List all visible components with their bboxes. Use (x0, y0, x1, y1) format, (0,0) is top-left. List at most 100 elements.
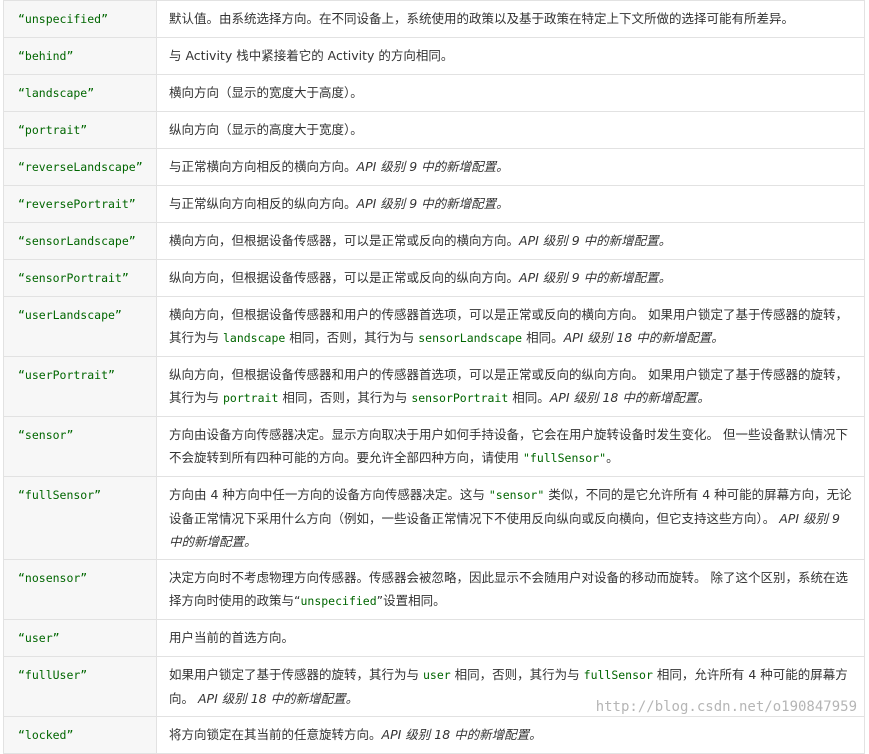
api-level-note: API 级别 9 中的新增配置。 (356, 159, 509, 174)
description-text: 将方向锁定在其当前的任意旋转方向。 (169, 727, 382, 742)
description-cell: 与正常横向方向相反的横向方向。API 级别 9 中的新增配置。 (156, 148, 865, 186)
table-row: “nosensor” 决定方向时不考虑物理方向传感器。传感器会被忽略，因此显示不会… (3, 559, 865, 620)
table-row: “sensorLandscape” 横向方向，但根据设备传感器，可以是正常或反向的… (3, 222, 865, 260)
attribute-value-cell: “reverseLandscape” (3, 148, 157, 186)
description-text: 用户当前的首选方向。 (169, 630, 295, 645)
inline-code: "sensor" (488, 488, 545, 502)
description-text: 默认值。由系统选择方向。在不同设备上，系统使用的政策以及基于政策在特定上下文所做… (169, 11, 795, 26)
description-text: ”设置相同。 (376, 593, 446, 608)
table-row: “fullUser” 如果用户锁定了基于传感器的旋转，其行为与 user 相同，否… (3, 656, 865, 717)
api-level-note: API 级别 18 中的新增配置。 (381, 727, 542, 742)
attribute-value: “userPortrait” (18, 368, 115, 382)
api-level-note: API 级别 9 中的新增配置。 (519, 233, 672, 248)
description-text: 横向方向（显示的宽度大于高度）。 (169, 85, 363, 100)
inline-code: unspecified (300, 594, 377, 608)
description-cell: 将方向锁定在其当前的任意旋转方向。API 级别 18 中的新增配置。 (156, 716, 865, 754)
description-text: 纵向方向，但根据设备传感器，可以是正常或反向的纵向方向。 (169, 270, 520, 285)
description-text: 相同。 (522, 330, 564, 345)
attribute-value: “sensorPortrait” (18, 271, 129, 285)
screen-orientation-table: “unspecified” 默认值。由系统选择方向。在不同设备上，系统使用的政策以… (3, 0, 865, 754)
description-cell: 与 Activity 栈中紧接着它的 Activity 的方向相同。 (156, 37, 865, 75)
attribute-value-cell: “unspecified” (3, 0, 157, 38)
table-row: “reversePortrait” 与正常纵向方向相反的纵向方向。API 级别 9… (3, 185, 865, 223)
attribute-value: “reversePortrait” (18, 197, 136, 211)
api-level-note: API 级别 18 中的新增配置。 (563, 330, 724, 345)
table-row: “userPortrait” 纵向方向，但根据设备传感器和用户的传感器首选项，可以… (3, 356, 865, 417)
table-row: “landscape” 横向方向（显示的宽度大于高度）。 (3, 74, 865, 112)
attribute-value: “locked” (18, 728, 74, 742)
table-row: “sensorPortrait” 纵向方向，但根据设备传感器，可以是正常或反向的纵… (3, 259, 865, 297)
description-text: 相同，否则，其行为与 (278, 390, 412, 405)
inline-code: user (422, 668, 451, 682)
attribute-value-cell: “locked” (3, 716, 157, 754)
attribute-value: “unspecified” (18, 12, 109, 26)
attribute-value: “sensorLandscape” (18, 234, 136, 248)
description-text: 相同，否则，其行为与 (285, 330, 419, 345)
description-text: 纵向方向（显示的高度大于宽度）。 (169, 122, 363, 137)
description-text: 如果用户锁定了基于传感器的旋转，其行为与 (169, 667, 423, 682)
description-cell: 用户当前的首选方向。 (156, 619, 865, 657)
description-cell: 方向由 4 种方向中任一方向的设备方向传感器决定。这与 "sensor" 类似，… (156, 476, 865, 560)
table-row: “locked” 将方向锁定在其当前的任意旋转方向。API 级别 18 中的新增配… (3, 716, 865, 754)
attribute-value: “user” (18, 631, 60, 645)
description-cell: 如果用户锁定了基于传感器的旋转，其行为与 user 相同，否则，其行为与 ful… (156, 656, 865, 717)
api-level-note: API 级别 9 中的新增配置。 (356, 196, 509, 211)
attribute-value-cell: “fullUser” (3, 656, 157, 717)
attribute-value-cell: “behind” (3, 37, 157, 75)
table-row: “behind” 与 Activity 栈中紧接着它的 Activity 的方向相… (3, 37, 865, 75)
api-level-note: API 级别 9 中的新增配置。 (519, 270, 672, 285)
attribute-value-cell: “userPortrait” (3, 356, 157, 417)
attribute-value-cell: “sensor” (3, 416, 157, 477)
description-cell: 横向方向（显示的宽度大于高度）。 (156, 74, 865, 112)
table-row: “unspecified” 默认值。由系统选择方向。在不同设备上，系统使用的政策以… (3, 0, 865, 38)
inline-code: sensorPortrait (411, 391, 509, 405)
description-cell: 横向方向，但根据设备传感器，可以是正常或反向的横向方向。API 级别 9 中的新… (156, 222, 865, 260)
table-row: “sensor” 方向由设备方向传感器决定。显示方向取决于用户如何手持设备，它会在… (3, 416, 865, 477)
attribute-value-cell: “sensorLandscape” (3, 222, 157, 260)
description-cell: 决定方向时不考虑物理方向传感器。传感器会被忽略，因此显示不会随用户对设备的移动而… (156, 559, 865, 620)
inline-code: "fullSensor" (522, 451, 607, 465)
description-text: 决定方向时不考虑物理方向传感器。传感器会被忽略，因此显示不会随用户对设备的移动而… (169, 570, 848, 608)
inline-code: landscape (222, 331, 286, 345)
description-text: 与正常纵向方向相反的纵向方向。 (169, 196, 357, 211)
table-row: “reverseLandscape” 与正常横向方向相反的横向方向。API 级别 … (3, 148, 865, 186)
description-text: 相同，否则，其行为与 (450, 667, 584, 682)
description-text: 与正常横向方向相反的横向方向。 (169, 159, 357, 174)
description-text: 与 Activity 栈中紧接着它的 Activity 的方向相同。 (169, 48, 454, 63)
description-text: 方向由 4 种方向中任一方向的设备方向传感器决定。这与 (169, 487, 489, 502)
attribute-value-cell: “portrait” (3, 111, 157, 149)
description-cell: 与正常纵向方向相反的纵向方向。API 级别 9 中的新增配置。 (156, 185, 865, 223)
description-cell: 纵向方向，但根据设备传感器，可以是正常或反向的纵向方向。API 级别 9 中的新… (156, 259, 865, 297)
attribute-value-cell: “nosensor” (3, 559, 157, 620)
table-body: “unspecified” 默认值。由系统选择方向。在不同设备上，系统使用的政策以… (3, 0, 865, 754)
attribute-value: “portrait” (18, 123, 88, 137)
inline-code: fullSensor (583, 668, 653, 682)
table-row: “userLandscape” 横向方向，但根据设备传感器和用户的传感器首选项，可… (3, 296, 865, 357)
attribute-value: “landscape” (18, 86, 95, 100)
description-text: 。 (606, 450, 619, 465)
attribute-value-cell: “landscape” (3, 74, 157, 112)
attribute-value-cell: “reversePortrait” (3, 185, 157, 223)
inline-code: sensorLandscape (418, 331, 523, 345)
inline-code: portrait (222, 391, 279, 405)
attribute-value: “fullUser” (18, 668, 88, 682)
api-level-note: API 级别 18 中的新增配置。 (197, 691, 359, 706)
api-level-note: API 级别 18 中的新增配置。 (549, 390, 710, 405)
description-text: 相同。 (508, 390, 550, 405)
description-cell: 默认值。由系统选择方向。在不同设备上，系统使用的政策以及基于政策在特定上下文所做… (156, 0, 865, 38)
description-cell: 横向方向，但根据设备传感器和用户的传感器首选项，可以是正常或反向的横向方向。 如… (156, 296, 865, 357)
attribute-value: “nosensor” (18, 571, 88, 585)
table-row: “portrait” 纵向方向（显示的高度大于宽度）。 (3, 111, 865, 149)
attribute-value: “userLandscape” (18, 308, 122, 322)
attribute-value-cell: “sensorPortrait” (3, 259, 157, 297)
description-cell: 方向由设备方向传感器决定。显示方向取决于用户如何手持设备，它会在用户旋转设备时发… (156, 416, 865, 477)
description-cell: 纵向方向（显示的高度大于宽度）。 (156, 111, 865, 149)
attribute-value: “reverseLandscape” (18, 160, 143, 174)
table-row: “user” 用户当前的首选方向。 (3, 619, 865, 657)
table-row: “fullSensor” 方向由 4 种方向中任一方向的设备方向传感器决定。这与 … (3, 476, 865, 560)
attribute-value-cell: “userLandscape” (3, 296, 157, 357)
attribute-value-cell: “fullSensor” (3, 476, 157, 560)
description-text: 横向方向，但根据设备传感器，可以是正常或反向的横向方向。 (169, 233, 520, 248)
description-text: 方向由设备方向传感器决定。显示方向取决于用户如何手持设备，它会在用户旋转设备时发… (169, 427, 848, 465)
attribute-value: “sensor” (18, 428, 74, 442)
